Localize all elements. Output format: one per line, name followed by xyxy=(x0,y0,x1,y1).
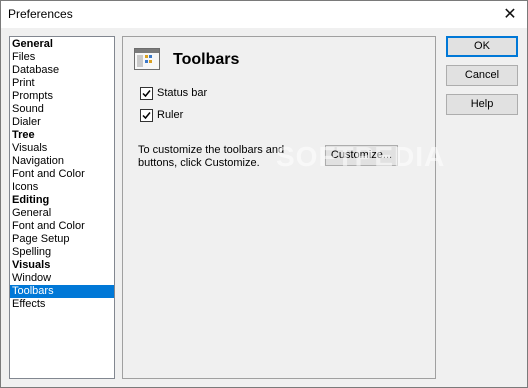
category-item[interactable]: Visuals xyxy=(10,142,114,155)
settings-panel: Toolbars Status bar Ruler To customize t… xyxy=(122,36,436,379)
category-header[interactable]: Visuals xyxy=(10,259,114,272)
category-item[interactable]: Files xyxy=(10,51,114,64)
title-bar: Preferences ✕ xyxy=(1,1,527,28)
customize-description: To customize the toolbars and buttons, c… xyxy=(138,144,285,169)
window-title: Preferences xyxy=(8,7,73,21)
category-item[interactable]: Print xyxy=(10,77,114,90)
status-bar-checkbox-row[interactable]: Status bar xyxy=(140,86,207,100)
ruler-label: Ruler xyxy=(157,109,184,122)
category-item[interactable]: Toolbars xyxy=(10,285,114,298)
category-item[interactable]: Navigation xyxy=(10,155,114,168)
category-item[interactable]: Page Setup xyxy=(10,233,114,246)
ruler-checkbox[interactable] xyxy=(140,108,153,122)
category-header[interactable]: Editing xyxy=(10,194,114,207)
category-item[interactable]: Sound xyxy=(10,103,114,116)
close-icon[interactable]: ✕ xyxy=(493,1,527,28)
category-item[interactable]: Font and Color xyxy=(10,220,114,233)
help-button[interactable]: Help xyxy=(446,94,518,115)
toolbars-icon xyxy=(134,48,160,70)
ok-button[interactable]: OK xyxy=(446,36,518,57)
category-item[interactable]: General xyxy=(10,207,114,220)
cancel-button[interactable]: Cancel xyxy=(446,65,518,86)
category-item[interactable]: Prompts xyxy=(10,90,114,103)
category-item[interactable]: Icons xyxy=(10,181,114,194)
category-list[interactable]: General Files Database Print Prompts Sound Dia… xyxy=(9,36,115,379)
ruler-checkbox-row[interactable]: Ruler xyxy=(140,108,183,122)
category-item[interactable]: Spelling xyxy=(10,246,114,259)
category-item[interactable]: Dialer xyxy=(10,116,114,129)
category-item[interactable]: Window xyxy=(10,272,114,285)
panel-title: Toolbars xyxy=(173,51,240,68)
category-item[interactable]: Font and Color xyxy=(10,168,114,181)
status-bar-label: Status bar xyxy=(157,87,208,100)
category-header[interactable]: Tree xyxy=(10,129,114,142)
category-header[interactable]: General xyxy=(10,38,114,51)
watermark: SOFTPEDIA xyxy=(276,141,446,172)
checkmark-icon xyxy=(142,89,151,97)
category-item[interactable]: Effects xyxy=(10,298,114,311)
checkmark-icon xyxy=(142,111,151,119)
preferences-dialog: Preferences ✕ General Files Database Print P… xyxy=(0,0,528,388)
category-item[interactable]: Database xyxy=(10,64,114,77)
status-bar-checkbox[interactable] xyxy=(140,86,153,100)
